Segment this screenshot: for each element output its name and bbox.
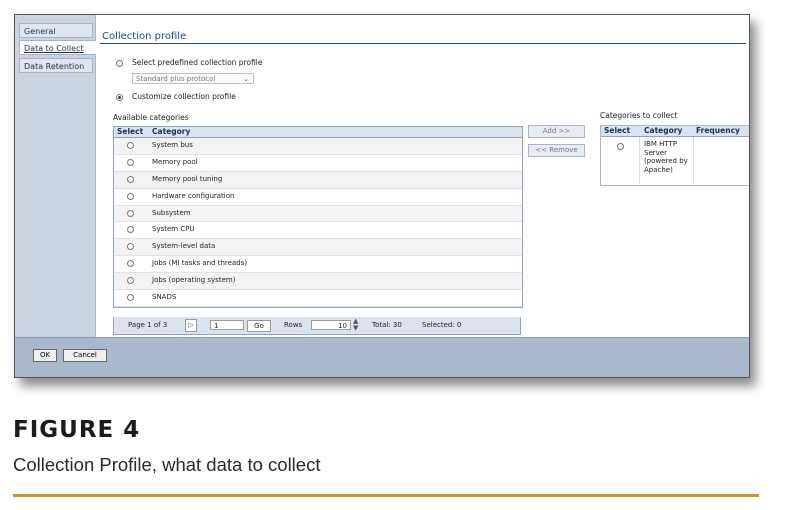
row-select-radio[interactable] — [127, 294, 134, 302]
table-row: Jobs (MI tasks and threads) — [114, 256, 522, 274]
rows-label: Rows — [284, 321, 303, 329]
row-select-radio[interactable] — [127, 158, 134, 166]
row-category: Memory pool — [152, 157, 198, 166]
col-select-header: Select — [117, 127, 144, 136]
row-category: Subsystem — [152, 208, 191, 217]
table-row: Jobs (operating system) — [114, 273, 522, 291]
app-window: General Data to Collect Data Retention C… — [14, 14, 750, 378]
predefined-profile-radio[interactable] — [116, 60, 123, 67]
figure-label: FIGURE 4 — [13, 417, 141, 443]
main-panel: Collection profile Select predefined col… — [96, 15, 749, 337]
go-button[interactable]: Go — [247, 320, 271, 332]
categories-to-collect-label: Categories to collect — [600, 111, 678, 120]
available-categories-table: Select Category System bus Memory pool Mem… — [113, 126, 523, 308]
tab-data-to-collect[interactable]: Data to Collect — [19, 40, 96, 55]
col-select-header: Select — [604, 126, 631, 135]
table-row: Memory pool — [114, 155, 522, 172]
table-row: System CPU — [114, 222, 522, 240]
add-button[interactable]: Add >> — [528, 125, 585, 138]
row-category: Memory pool tuning — [152, 174, 223, 183]
row-select-radio[interactable] — [127, 192, 134, 200]
row-category: Hardware configuration — [152, 191, 235, 200]
col-category-header: Category — [152, 127, 191, 136]
side-nav: General Data to Collect Data Retention — [15, 15, 96, 337]
predefined-profile-select[interactable]: Standard plus protocol ⌄ — [132, 73, 254, 84]
figure-caption: Collection Profile, what data to collect — [13, 454, 321, 475]
selected-count: Selected: 0 — [422, 321, 462, 329]
total-count: Total: 30 — [372, 321, 402, 329]
page-number-input[interactable]: 1 — [210, 320, 244, 330]
table-row: System-level data — [114, 239, 522, 257]
table-header: Select Category — [114, 127, 522, 138]
col-category-header: Category — [644, 126, 683, 135]
tab-general[interactable]: General — [19, 23, 93, 38]
table-header: Select Category Frequency — [601, 126, 749, 137]
table-row: System bus — [114, 138, 522, 155]
row-select-radio[interactable] — [127, 277, 134, 285]
footer-bar: OK Cancel — [15, 337, 749, 377]
tab-data-retention[interactable]: Data Retention — [19, 58, 93, 73]
title-divider — [100, 43, 746, 44]
customize-profile-radio[interactable] — [116, 94, 123, 101]
table-row: Memory pool tuning — [114, 171, 522, 189]
row-select-radio[interactable] — [127, 260, 134, 268]
caption-rule — [13, 494, 759, 497]
table-row: Hardware configuration — [114, 189, 522, 206]
row-select-radio[interactable] — [127, 243, 134, 251]
row-category: System bus — [152, 141, 193, 149]
row-category: SNADS — [152, 293, 177, 302]
predefined-profile-label: Select predefined collection profile — [132, 58, 263, 67]
available-categories-label: Available categories — [113, 113, 189, 122]
row-category: Jobs (MI tasks and threads) — [152, 259, 248, 268]
next-page-icon[interactable]: ▷ — [185, 319, 197, 332]
rows-stepper-icon[interactable]: ▲ ▼ — [353, 318, 358, 332]
customize-profile-label: Customize collection profile — [132, 92, 236, 101]
row-select-radio[interactable] — [127, 209, 134, 217]
column-divider — [639, 137, 640, 184]
row-select-radio[interactable] — [127, 175, 134, 183]
page-indicator: Page 1 of 3 — [128, 321, 168, 329]
remove-button[interactable]: << Remove — [528, 144, 585, 157]
table-body: System bus Memory pool Memory pool tuning H… — [114, 138, 522, 307]
row-category: System-level data — [152, 242, 216, 251]
row-select-radio[interactable] — [127, 226, 134, 234]
col-frequency-header: Frequency — [696, 126, 740, 135]
rows-input[interactable]: 10 — [311, 320, 351, 330]
table-row: Subsystem — [114, 205, 522, 223]
row-category: System CPU — [152, 225, 195, 234]
row-category: Jobs (operating system) — [152, 276, 236, 285]
chevron-down-icon: ⌄ — [243, 75, 249, 83]
column-divider — [693, 137, 694, 184]
panel-title: Collection profile — [102, 31, 187, 42]
collect-categories-table: Select Category Frequency IBM HTTP Serve… — [600, 125, 749, 186]
table-pager: Page 1 of 3 ▷ 1 Go Rows 10 ▲ ▼ Total: 30 … — [113, 317, 521, 335]
row-select-radio[interactable] — [127, 142, 134, 149]
cancel-button[interactable]: Cancel — [63, 349, 107, 362]
collect-row-category: IBM HTTP Server (powered by Apache) — [644, 140, 688, 174]
row-select-radio[interactable] — [617, 143, 624, 150]
ok-button[interactable]: OK — [33, 349, 57, 362]
table-row: SNADS — [114, 290, 522, 307]
predefined-profile-value: Standard plus protocol — [136, 75, 216, 83]
